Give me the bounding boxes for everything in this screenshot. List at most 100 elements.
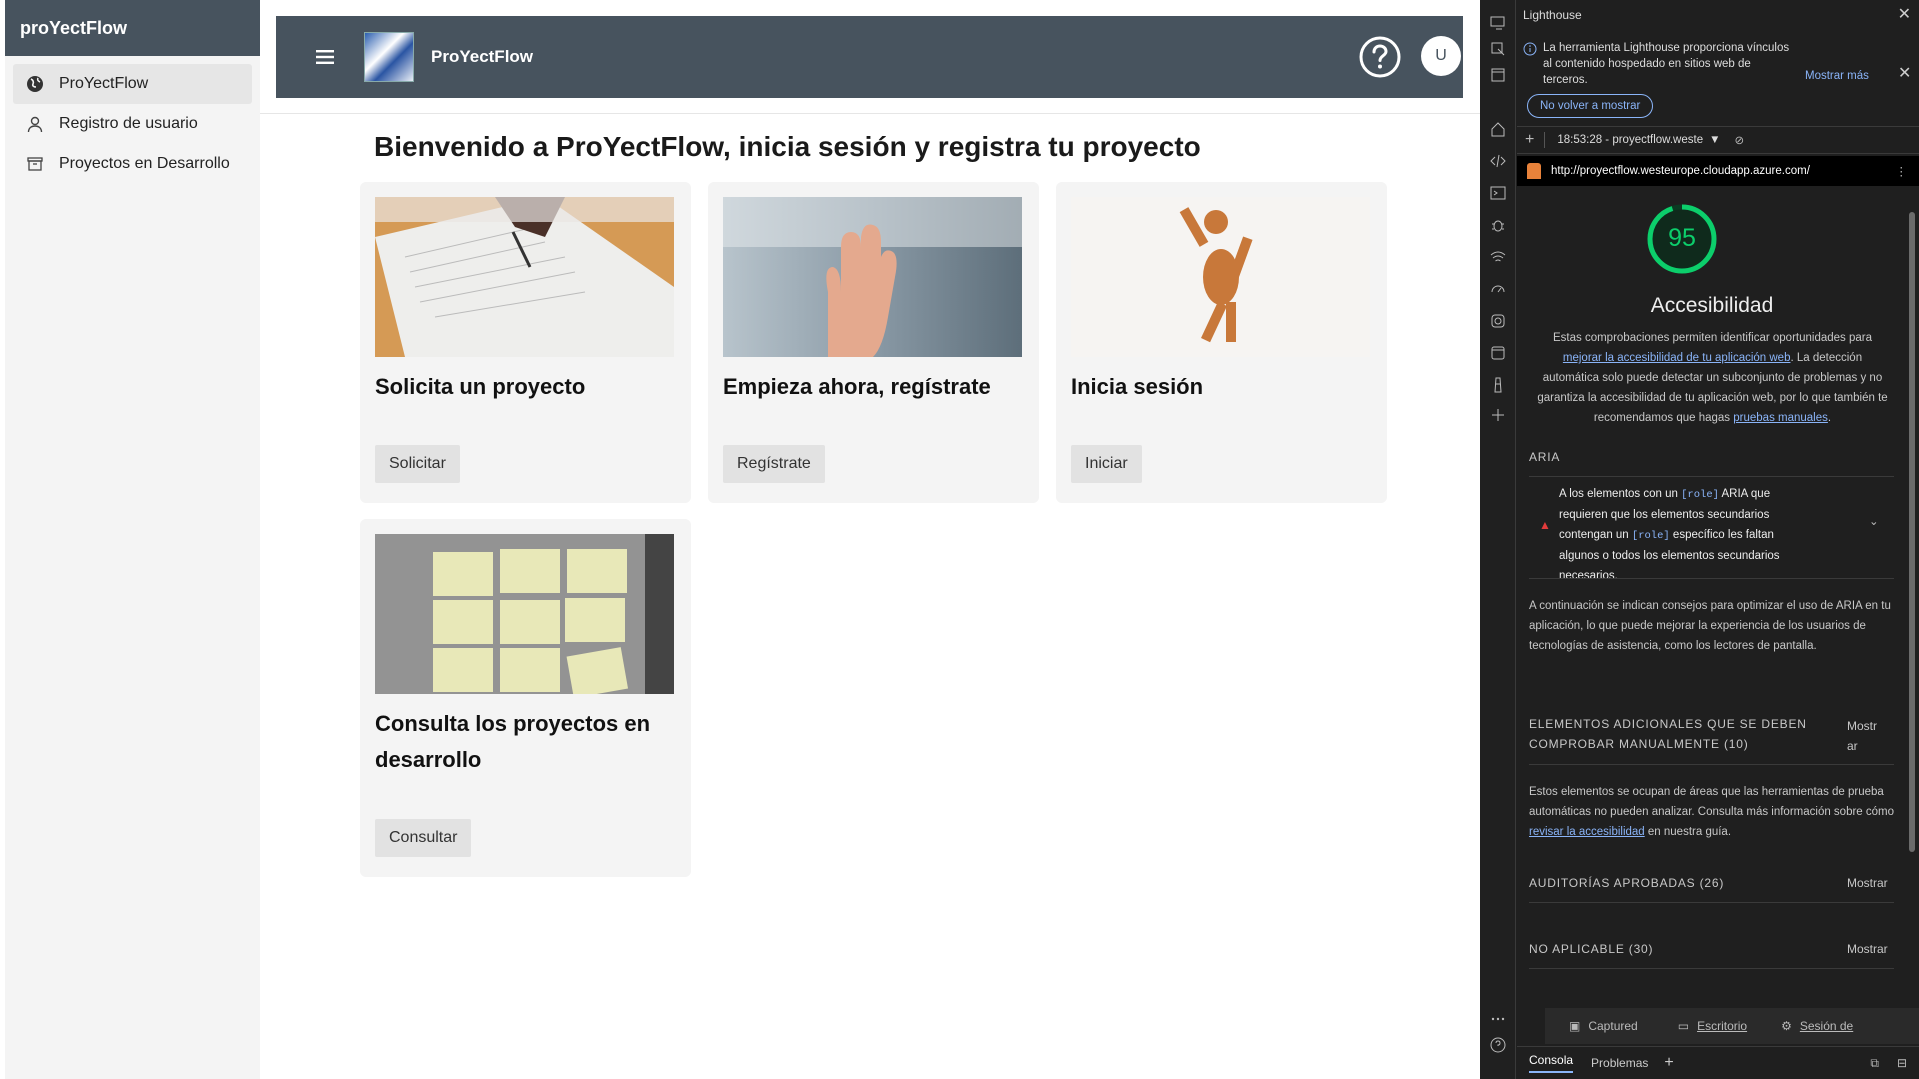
card-consultar: Consulta los proyectos en desarrollo Con… <box>360 519 691 877</box>
report-url-bar: http://proyectflow.westeurope.cloudapp.a… <box>1517 156 1919 186</box>
add-tool-icon[interactable] <box>1489 406 1507 424</box>
solicitar-button[interactable]: Solicitar <box>375 445 460 483</box>
sidebar-item-registro[interactable]: Registro de usuario <box>13 104 252 144</box>
sidebar: proYectFlow ProYectFlow Registro de usua… <box>5 0 260 1079</box>
browser-viewport: proYectFlow ProYectFlow Registro de usua… <box>0 0 1480 1079</box>
undock-icon[interactable]: ⧉ <box>1870 1056 1879 1071</box>
drawer-item-captured[interactable]: Captured <box>1588 1019 1637 1033</box>
audit-text: A los elementos con un <box>1559 488 1678 500</box>
report-url[interactable]: http://proyectflow.westeurope.cloudapp.a… <box>1551 165 1810 177</box>
inspect-icon[interactable] <box>1489 40 1507 58</box>
header-divider <box>260 113 1480 114</box>
na-show-button[interactable]: Mostrar <box>1847 942 1888 956</box>
section-separator <box>1529 902 1894 903</box>
close-notice-icon[interactable]: ✕ <box>1898 66 1911 82</box>
manual-text: Estos elementos se ocupan de áreas que l… <box>1529 786 1895 818</box>
page-title: Bienvenido a ProYectFlow, inicia sesión … <box>374 131 1201 162</box>
manual-text: en nuestra guía. <box>1647 826 1732 838</box>
card-solicitar: Solicita un proyecto Solicitar <box>360 182 691 503</box>
tab-consola[interactable]: Consola <box>1529 1053 1574 1073</box>
main-content: ProYectFlow U Bienvenido a ProYectFlow, … <box>260 0 1480 1079</box>
more-tools-icon[interactable] <box>1489 1010 1507 1028</box>
lighthouse-icon[interactable] <box>1489 376 1507 394</box>
hamburger-menu-icon[interactable] <box>310 42 340 72</box>
manual-section-heading[interactable]: ELEMENTOS ADICIONALES QUE SE DEBEN COMPR… <box>1529 714 1829 754</box>
card-iniciar: Inicia sesión Iniciar <box>1056 182 1387 503</box>
app-title: ProYectFlow <box>431 47 534 66</box>
settings-icon[interactable] <box>1489 312 1507 330</box>
add-report-icon[interactable]: + <box>1525 131 1534 149</box>
home-icon[interactable] <box>1489 120 1507 138</box>
report-selector[interactable]: 18:53:28 - proyectflow.weste <box>1557 134 1703 146</box>
card-image-hand <box>723 197 1022 357</box>
add-tab-icon[interactable]: + <box>1664 1054 1673 1072</box>
passed-show-button[interactable]: Mostrar <box>1847 876 1888 890</box>
console-icon[interactable] <box>1489 184 1507 202</box>
description-link[interactable]: mejorar la accesibilidad de tu aplicació… <box>1563 352 1791 364</box>
aria-section-heading: ARIA <box>1529 450 1561 464</box>
manual-tests-link[interactable]: pruebas manuales <box>1733 412 1828 424</box>
desktop-icon: ▭ <box>1677 1019 1690 1033</box>
card-title: Consulta los proyectos en desarrollo <box>375 711 651 772</box>
sidebar-item-proyectflow[interactable]: ProYectFlow <box>13 64 252 104</box>
panel-title: Lighthouse <box>1523 8 1582 22</box>
iniciar-button[interactable]: Iniciar <box>1071 445 1142 483</box>
help-icon[interactable] <box>1357 34 1403 80</box>
scrollbar[interactable] <box>1909 212 1915 852</box>
show-more-link[interactable]: Mostrar más <box>1805 68 1869 84</box>
elements-icon[interactable] <box>1489 152 1507 170</box>
device-emulation-icon[interactable] <box>1489 14 1507 32</box>
avatar[interactable]: U <box>1421 36 1461 76</box>
fail-triangle-icon: ▲ <box>1539 518 1551 532</box>
drawer-item-escritorio[interactable]: Escritorio <box>1697 1019 1747 1033</box>
lighthouse-logo-icon <box>1527 163 1541 179</box>
report-toolbar: + 18:53:28 - proyectflow.weste ▼ ⊘ <box>1517 126 1919 154</box>
sidebar-item-label: Proyectos en Desarrollo <box>59 155 230 172</box>
expand-chevron-icon[interactable]: ⌄ <box>1869 514 1879 528</box>
info-icon <box>1523 42 1537 56</box>
clear-icon[interactable]: ⊘ <box>1734 133 1744 147</box>
aria-tip: A continuación se indican consejos para … <box>1529 600 1891 652</box>
bug-icon[interactable] <box>1489 216 1507 234</box>
not-applicable-heading[interactable]: NO APLICABLE (30) <box>1529 942 1894 956</box>
review-accessibility-link[interactable]: revisar la accesibilidad <box>1529 826 1645 838</box>
devtools-activity-bar <box>1480 0 1516 1079</box>
close-icon[interactable]: ✕ <box>1898 4 1911 24</box>
archive-icon <box>27 157 43 171</box>
notice-text: La herramienta Lighthouse proporciona ví… <box>1543 42 1790 86</box>
more-options-icon[interactable]: ⋮ <box>1896 164 1908 178</box>
dock-icon[interactable]: ⊟ <box>1897 1056 1907 1070</box>
globe-icon <box>27 76 43 92</box>
sidebar-item-label: ProYectFlow <box>59 75 149 92</box>
role-code: [role] <box>1631 530 1670 542</box>
manual-description: Estos elementos se ocupan de áreas que l… <box>1529 782 1894 842</box>
aria-audit-item[interactable]: ▲ A los elementos con un [role] ARIA que… <box>1529 484 1894 582</box>
toolbar-separator <box>1544 132 1546 148</box>
section-separator <box>1529 476 1894 477</box>
card-title: Solicita un proyecto <box>375 374 586 399</box>
sidebar-item-proyectos[interactable]: Proyectos en Desarrollo <box>13 144 252 184</box>
description-text: Estas comprobaciones permiten identifica… <box>1553 332 1872 344</box>
category-title: Accesibilidad <box>1650 294 1774 317</box>
consultar-button[interactable]: Consultar <box>375 819 472 857</box>
card-registrate: Empieza ahora, regístrate Regístrate <box>708 182 1039 503</box>
role-code: [role] <box>1681 489 1719 501</box>
performance-icon[interactable] <box>1489 280 1507 298</box>
section-separator <box>1529 968 1894 969</box>
camera-icon: ▣ <box>1569 1019 1581 1033</box>
card-image-signing <box>375 197 674 357</box>
chevron-down-icon[interactable]: ▼ <box>1709 134 1720 146</box>
manual-show-button[interactable]: Mostrar <box>1847 716 1877 756</box>
help-circle-icon[interactable] <box>1489 1036 1507 1054</box>
drawer-tabs: Consola Problemas + ⧉ ⊟ <box>1517 1046 1919 1079</box>
dont-show-again-button[interactable]: No volver a mostrar <box>1527 94 1654 118</box>
report-content: 95 Accesibilidad Estas comprobaciones pe… <box>1517 186 1919 1066</box>
network-icon[interactable] <box>1489 248 1507 266</box>
window-icon[interactable] <box>1489 66 1507 84</box>
passed-audits-heading[interactable]: AUDITORÍAS APROBADAS (26) <box>1529 876 1894 890</box>
aria-audit-text: A los elementos con un [role] ARIA que r… <box>1559 484 1811 586</box>
registrate-button[interactable]: Regístrate <box>723 445 825 483</box>
tab-problemas[interactable]: Problemas <box>1591 1056 1648 1070</box>
drawer-item-sesion[interactable]: Sesión de <box>1800 1019 1853 1033</box>
application-icon[interactable] <box>1489 344 1507 362</box>
